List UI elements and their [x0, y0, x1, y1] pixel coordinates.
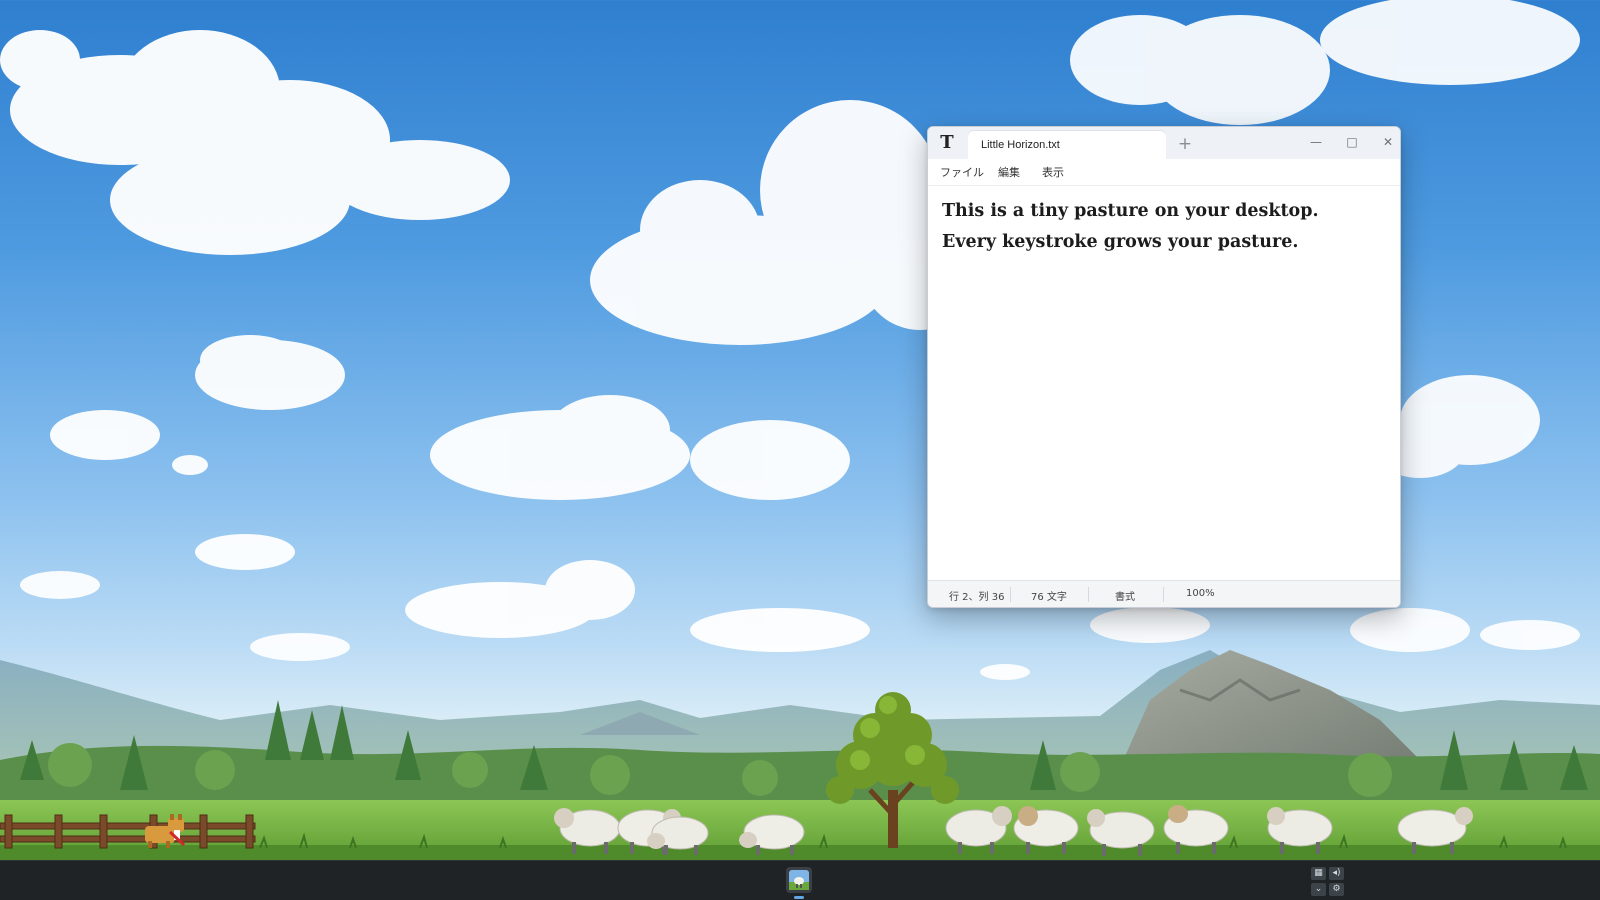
tab-little-horizon[interactable]: Little Horizon.txt: [968, 131, 1166, 159]
maximize-button[interactable]: □: [1337, 131, 1367, 153]
taskbar: ▦ ◂) ⌄ ⚙: [0, 860, 1600, 900]
tab-title: Little Horizon.txt: [981, 139, 1060, 151]
settings-icon[interactable]: ⚙: [1329, 883, 1344, 896]
status-bar: 行 2、列 36 76 文字 書式 100%: [928, 580, 1400, 607]
notepad-window[interactable]: T Little Horizon.txt + — □ ✕ ファイル 編集 表示 …: [927, 126, 1401, 608]
network-icon[interactable]: ▦: [1311, 867, 1326, 880]
chevron-icon[interactable]: ⌄: [1311, 883, 1326, 896]
editor-line: This is a tiny pasture on your desktop.: [942, 201, 1319, 221]
status-divider: [1163, 587, 1164, 602]
status-char-count: 76 文字: [1031, 592, 1067, 603]
notepad-app-icon: T: [940, 132, 954, 153]
status-zoom[interactable]: 100%: [1186, 588, 1215, 599]
status-cursor-position: 行 2、列 36: [949, 592, 1005, 603]
close-button[interactable]: ✕: [1373, 131, 1400, 153]
minimize-button[interactable]: —: [1301, 131, 1331, 153]
pasture-app-icon: [789, 870, 809, 890]
volume-icon[interactable]: ◂): [1329, 867, 1344, 880]
status-divider: [1010, 587, 1011, 602]
title-bar[interactable]: T Little Horizon.txt + — □ ✕: [928, 127, 1400, 159]
grass-edge: [0, 845, 1600, 860]
system-tray: ▦ ◂) ⌄ ⚙: [1311, 867, 1347, 897]
menu-view[interactable]: 表示: [1042, 164, 1064, 180]
editor-line: Every keystroke grows your pasture.: [942, 232, 1299, 252]
text-editor[interactable]: This is a tiny pasture on your desktop. …: [928, 186, 1400, 580]
status-divider: [1088, 587, 1089, 602]
taskbar-pasture-app-icon[interactable]: [786, 867, 812, 893]
menu-bar: ファイル 編集 表示: [928, 159, 1400, 186]
status-format[interactable]: 書式: [1115, 588, 1135, 603]
menu-edit[interactable]: 編集: [998, 164, 1020, 180]
active-app-indicator: [794, 896, 804, 899]
new-tab-button[interactable]: +: [1174, 133, 1196, 155]
menu-file[interactable]: ファイル: [940, 164, 984, 180]
